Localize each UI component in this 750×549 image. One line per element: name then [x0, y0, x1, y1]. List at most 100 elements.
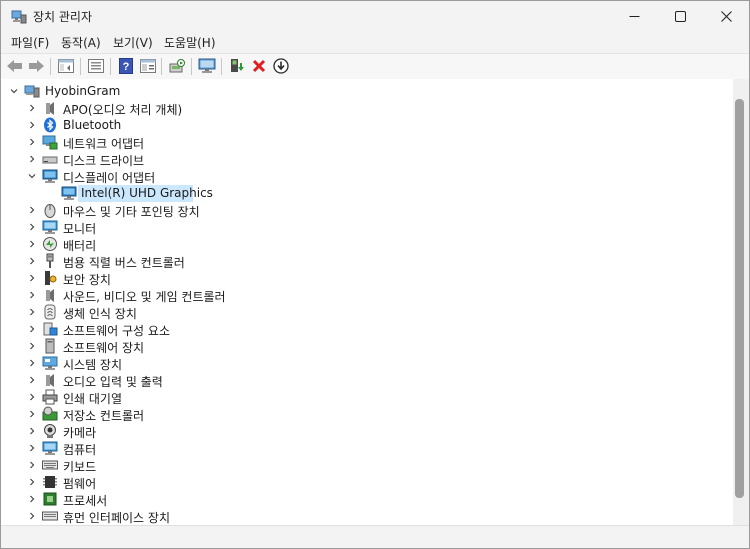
- uninstall-button[interactable]: [249, 57, 269, 75]
- chevron-right-icon[interactable]: [27, 205, 37, 215]
- computer-root-icon: [24, 83, 40, 99]
- properties-icon: [88, 59, 104, 73]
- tree-item-processors[interactable]: 프로세서: [1, 491, 401, 508]
- forward-button[interactable]: [26, 57, 46, 75]
- chevron-right-icon[interactable]: [27, 222, 37, 232]
- tree-item-biometric[interactable]: 생체 인식 장치: [1, 304, 401, 321]
- tree-item-batteries[interactable]: 배터리: [1, 236, 401, 253]
- chevron-right-icon[interactable]: [27, 494, 37, 504]
- chevron-right-icon[interactable]: [27, 409, 37, 419]
- chevron-down-icon[interactable]: [9, 86, 19, 96]
- help-button[interactable]: ?: [116, 57, 136, 75]
- system-device-icon: [42, 355, 58, 371]
- download-icon: [273, 58, 289, 74]
- tree-item-disk-drives[interactable]: 디스크 드라이브: [1, 151, 401, 168]
- tree-item-mice[interactable]: 마우스 및 기타 포인팅 장치: [1, 202, 401, 219]
- chevron-right-icon[interactable]: [27, 290, 37, 300]
- software-device-icon: [42, 338, 58, 354]
- processor-icon: [42, 491, 58, 507]
- maximize-button[interactable]: [657, 1, 703, 31]
- tree-item-network-adapters[interactable]: 네트워크 어댑터: [1, 134, 401, 151]
- chevron-right-icon[interactable]: [27, 511, 37, 521]
- category-label: 키보드: [63, 460, 97, 474]
- tree-item-cameras[interactable]: 카메라: [1, 423, 401, 440]
- chevron-right-icon[interactable]: [27, 137, 37, 147]
- chevron-right-icon[interactable]: [27, 477, 37, 487]
- menu-action[interactable]: 동작(A): [61, 34, 101, 51]
- chevron-right-icon[interactable]: [27, 443, 37, 453]
- category-label: 프로세서: [63, 494, 108, 508]
- tree-item-system-devices[interactable]: 시스템 장치: [1, 355, 401, 372]
- tree-item-intel-uhd-graphics[interactable]: Intel(R) UHD Graphics: [1, 185, 401, 202]
- speaker-icon: [42, 372, 58, 388]
- forward-arrow-icon: [29, 60, 44, 72]
- category-label: 디스플레이 어댑터: [63, 171, 156, 185]
- chevron-right-icon[interactable]: [27, 324, 37, 334]
- category-label: 소프트웨어 장치: [63, 341, 145, 355]
- tree-item-hid[interactable]: 휴먼 인터페이스 장치: [1, 508, 401, 525]
- tree-root[interactable]: HyobinGram: [1, 83, 301, 100]
- chevron-right-icon[interactable]: [27, 307, 37, 317]
- device-manager-window: 장치 관리자 파일(F) 동작(A) 보기(V) 도움말(H) ? Hyobin…: [0, 0, 750, 549]
- vertical-scrollbar[interactable]: [733, 79, 749, 525]
- category-label: 생체 인식 장치: [63, 307, 137, 321]
- download-button[interactable]: [271, 57, 291, 75]
- menu-view[interactable]: 보기(V): [113, 34, 153, 51]
- update-driver-button[interactable]: [227, 57, 247, 75]
- tree-item-firmware[interactable]: 펌웨어: [1, 474, 401, 491]
- speaker-icon: [42, 100, 58, 116]
- tree-item-bluetooth[interactable]: Bluetooth: [1, 117, 401, 134]
- tree-item-storage-controllers[interactable]: 저장소 컨트롤러: [1, 406, 401, 423]
- minimize-icon: [629, 15, 639, 17]
- tree-item-security-devices[interactable]: 보안 장치: [1, 270, 401, 287]
- tree-item-audio-io[interactable]: 오디오 입력 및 출력: [1, 372, 401, 389]
- tree-item-keyboards[interactable]: 키보드: [1, 457, 401, 474]
- device-tree[interactable]: HyobinGram APO(오디오 처리 개체) Bluetooth 네트워크…: [1, 79, 733, 525]
- chevron-right-icon[interactable]: [27, 460, 37, 470]
- chevron-right-icon[interactable]: [27, 120, 37, 130]
- maximize-icon: [674, 10, 686, 22]
- chevron-right-icon[interactable]: [27, 103, 37, 113]
- tree-item-print-queues[interactable]: 인쇄 대기열: [1, 389, 401, 406]
- minimize-button[interactable]: [611, 1, 657, 31]
- scrollbar-thumb[interactable]: [735, 99, 744, 498]
- chevron-right-icon[interactable]: [27, 256, 37, 266]
- chevron-right-icon[interactable]: [27, 392, 37, 402]
- console-tree-button[interactable]: [56, 57, 76, 75]
- category-label: 저장소 컨트롤러: [63, 409, 145, 423]
- printer-icon: [42, 389, 58, 405]
- back-button[interactable]: [5, 57, 25, 75]
- tree-item-display-adapters[interactable]: 디스플레이 어댑터: [1, 168, 401, 185]
- view-button[interactable]: [138, 57, 158, 75]
- tree-item-software-devices[interactable]: 소프트웨어 장치: [1, 338, 401, 355]
- chevron-right-icon[interactable]: [27, 426, 37, 436]
- tree-item-software-components[interactable]: 소프트웨어 구성 요소: [1, 321, 401, 338]
- fingerprint-icon: [42, 304, 58, 320]
- close-button[interactable]: [703, 1, 749, 31]
- scan-hardware-button[interactable]: [167, 57, 187, 75]
- chevron-right-icon[interactable]: [27, 375, 37, 385]
- category-label: 휴먼 인터페이스 장치: [63, 511, 170, 525]
- properties-button[interactable]: [86, 57, 106, 75]
- menu-file[interactable]: 파일(F): [11, 34, 49, 51]
- category-label: 디스크 드라이브: [63, 154, 145, 168]
- category-label: 컴퓨터: [63, 443, 97, 457]
- tree-item-usb-controllers[interactable]: 범용 직렬 버스 컨트롤러: [1, 253, 401, 270]
- title-bar: 장치 관리자: [1, 1, 749, 31]
- tree-item-sound-video-game[interactable]: 사운드, 비디오 및 게임 컨트롤러: [1, 287, 401, 304]
- monitor-button[interactable]: [197, 57, 217, 75]
- menu-help[interactable]: 도움말(H): [164, 34, 216, 51]
- tree-item-computer[interactable]: 컴퓨터: [1, 440, 401, 457]
- category-label: 카메라: [63, 426, 97, 440]
- chevron-right-icon[interactable]: [27, 341, 37, 351]
- tree-item-monitors[interactable]: 모니터: [1, 219, 401, 236]
- tree-item-apo[interactable]: APO(오디오 처리 개체): [1, 100, 401, 117]
- hid-icon: [42, 508, 58, 524]
- chevron-right-icon[interactable]: [27, 358, 37, 368]
- device-label: Intel(R) UHD Graphics: [81, 186, 213, 200]
- category-label: 범용 직렬 버스 컨트롤러: [63, 256, 185, 270]
- chevron-right-icon[interactable]: [27, 239, 37, 249]
- chevron-right-icon[interactable]: [27, 154, 37, 164]
- chevron-down-icon[interactable]: [27, 171, 37, 181]
- chevron-right-icon[interactable]: [27, 273, 37, 283]
